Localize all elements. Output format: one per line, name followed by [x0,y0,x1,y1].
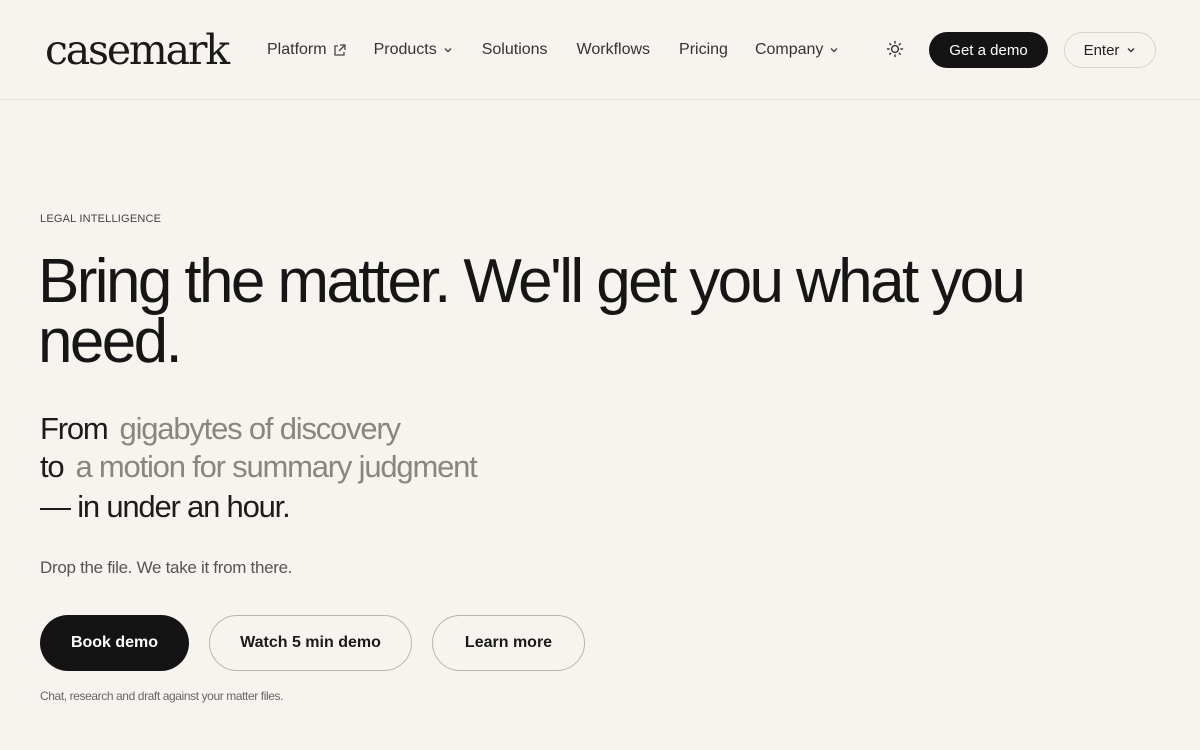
nav-item-label: Platform [267,41,327,58]
sub-row-ending: — in under an hour. [40,488,477,526]
chevron-down-icon [444,48,452,53]
nav-item-company[interactable]: Company [755,41,839,59]
book-demo-button[interactable]: Book demo [40,615,189,671]
to-value: a motion for summary judgment [75,449,477,484]
sun-icon [886,40,904,58]
hero-tagline: Drop the file. We take it from there. [40,558,293,577]
nav-item-platform[interactable]: Platform [267,41,346,59]
nav-item-label: Pricing [679,41,728,58]
eyebrow-label: LEGAL INTELLIGENCE [40,213,162,225]
from-value: gigabytes of discovery [119,411,402,446]
sub-row-from: From gigabytes of discovery [40,410,477,448]
chevron-down-icon [830,48,838,53]
casemark-logo[interactable]: casemark [45,26,230,74]
chevron-down-icon [1127,48,1135,53]
from-word: From [40,411,109,446]
top-navigation-bar: casemark Platform Products Solutions Wor… [0,0,1200,100]
nav-item-solutions[interactable]: Solutions [482,41,548,59]
get-a-demo-button[interactable]: Get a demo [929,32,1048,68]
to-word: to [40,449,65,484]
ending-text: — in under an hour. [40,489,291,524]
nav-item-label: Company [754,41,824,58]
hero-subheadline: From gigabytes of discovery to a motion … [40,410,478,526]
nav-item-products[interactable]: Products [374,41,453,59]
enter-dropdown-button[interactable]: Enter [1064,32,1156,68]
hero-footnote: Chat, research and draft against your ma… [40,689,284,703]
enter-label: Enter [1083,41,1120,59]
sub-row-to: to a motion for summary judgment [40,448,478,486]
learn-more-button[interactable]: Learn more [432,615,585,671]
nav-item-workflows[interactable]: Workflows [577,41,651,59]
watch-demo-button[interactable]: Watch 5 min demo [209,615,412,671]
nav-item-label: Solutions [481,41,548,58]
theme-toggle-button[interactable] [885,39,905,59]
main-nav: Platform Products Solutions Workflows Pr… [267,38,839,62]
nav-item-label: Products [373,41,437,58]
nav-item-pricing[interactable]: Pricing [679,41,728,59]
nav-item-label: Workflows [576,41,651,58]
hero-headline: Bring the matter. We'll get you what you… [38,247,1026,376]
external-link-icon [333,43,346,56]
